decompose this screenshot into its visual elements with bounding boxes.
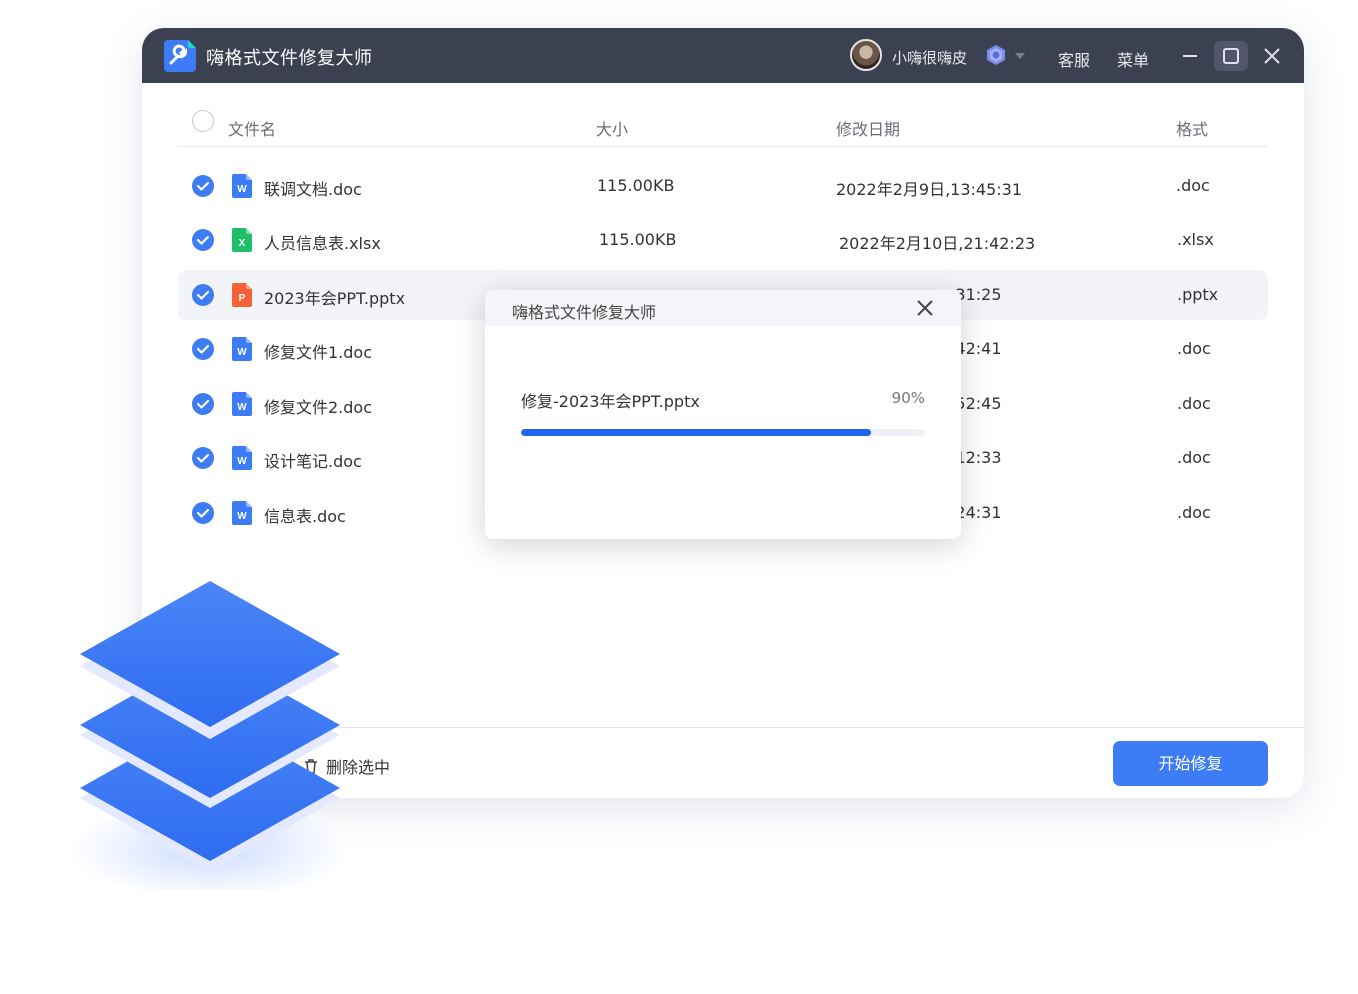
chevron-down-icon[interactable] [1015,52,1025,60]
file-format: .doc [1176,176,1210,195]
word-file-icon: W [232,392,252,416]
avatar[interactable] [850,39,882,71]
app-logo-icon [164,40,196,72]
close-icon[interactable] [913,296,937,320]
file-format: .pptx [1177,285,1219,304]
column-header-date[interactable]: 修改日期 [836,116,900,140]
svg-text:X: X [239,238,246,249]
file-name: 修复文件1.doc [264,343,373,362]
column-header-size[interactable]: 大小 [596,116,628,140]
file-name: 联调文档.doc [264,180,362,199]
word-file-icon: W [232,337,252,361]
word-file-icon: W [232,446,252,470]
svg-text:W: W [237,456,247,467]
excel-file-icon: X [232,228,252,252]
username[interactable]: 小嗨很嗨皮 [892,47,967,68]
dialog-header: 嗨格式文件修复大师 [485,290,961,326]
app-title: 嗨格式文件修复大师 [206,48,373,69]
select-all-checkbox[interactable] [192,110,214,132]
vip-badge-icon[interactable] [985,44,1007,66]
table-row[interactable]: W 联调文档.doc 115.00KB 2022年2月9日,13:45:31 .doc [178,161,1268,211]
table-row[interactable]: X 人员信息表.xlsx 115.00KB 2022年2月10日,21:42:23 .x… [178,215,1268,265]
checkbox-checked-icon[interactable] [191,337,215,361]
column-header-name[interactable]: 文件名 [228,116,276,140]
file-format: .doc [1177,503,1211,522]
file-format: .doc [1177,448,1211,467]
word-file-icon: W [232,174,252,198]
word-file-icon: W [232,501,252,525]
repair-progress-dialog: 嗨格式文件修复大师 修复-2023年会PPT.pptx 90% [485,290,961,539]
file-name: 2023年会PPT.pptx [264,289,406,308]
close-icon[interactable] [1255,41,1289,71]
column-header-format[interactable]: 格式 [1176,116,1208,140]
checkbox-checked-icon[interactable] [191,228,215,252]
checkbox-checked-icon[interactable] [191,174,215,198]
file-format: .doc [1177,339,1211,358]
file-name: 信息表.doc [264,507,346,526]
ppt-file-icon: P [232,283,252,307]
menu-link[interactable]: 菜单 [1117,47,1149,71]
progress-file-label: 修复-2023年会PPT.pptx [521,392,700,411]
file-name: 人员信息表.xlsx [264,234,381,253]
progress-bar-fill [521,429,871,436]
svg-text:W: W [237,184,247,195]
file-size: 115.00KB [599,230,677,249]
svg-text:P: P [239,293,246,304]
file-name: 修复文件2.doc [264,398,373,417]
progress-bar [521,429,925,436]
file-name: 设计笔记.doc [264,452,362,471]
checkbox-checked-icon[interactable] [191,446,215,470]
progress-percent: 90% [891,389,925,407]
header-divider [178,146,1268,147]
minimize-icon[interactable] [1173,41,1207,71]
checkbox-checked-icon[interactable] [191,283,215,307]
maximize-icon[interactable] [1214,41,1248,71]
file-date: 2022年2月9日,13:45:31 [836,180,1023,199]
file-size: 115.00KB [597,176,675,195]
checkbox-checked-icon[interactable] [191,501,215,525]
file-format: .xlsx [1177,230,1214,249]
file-date: 2022年2月10日,21:42:23 [839,234,1036,253]
svg-text:W: W [237,347,247,358]
layers-icon [70,581,350,890]
dialog-title: 嗨格式文件修复大师 [512,303,657,322]
checkbox-checked-icon[interactable] [191,392,215,416]
customer-service-link[interactable]: 客服 [1058,47,1090,71]
title-bar: 嗨格式文件修复大师 小嗨很嗨皮 客服 菜单 [142,28,1304,83]
svg-text:W: W [237,511,247,522]
start-repair-button[interactable]: 开始修复 [1113,741,1268,786]
svg-text:W: W [237,402,247,413]
file-format: .doc [1177,394,1211,413]
